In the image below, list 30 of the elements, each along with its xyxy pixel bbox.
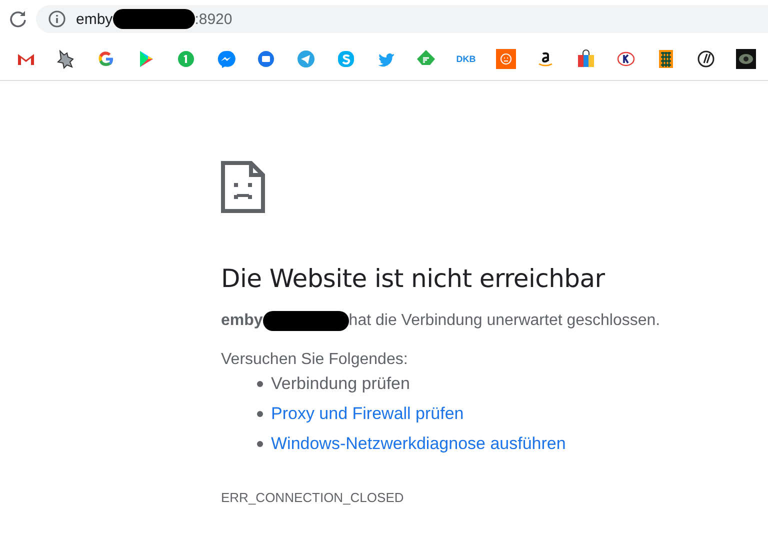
url-port: :8920 — [194, 10, 232, 28]
paper-plane-icon[interactable] — [296, 49, 316, 69]
chat-bubble-icon[interactable] — [216, 49, 236, 69]
error-message: hat die Verbindung unerwartet geschlossen. — [348, 312, 660, 330]
suggestions-label: Versuchen Sie Folgendes: — [221, 351, 409, 369]
number-one-icon[interactable] — [176, 49, 196, 69]
message-icon[interactable] — [256, 49, 276, 69]
bullet-dot — [257, 411, 263, 417]
error-code: ERR_CONNECTION_CLOSED — [221, 490, 405, 505]
bookmark-label[interactable]: DKB — [456, 54, 476, 64]
bullet-dot — [257, 381, 263, 387]
eye-icon[interactable] — [736, 49, 756, 69]
suggestion-text: Verbindung prüfen — [271, 374, 410, 394]
sad-page-icon — [221, 161, 265, 213]
google-icon[interactable] — [96, 49, 116, 69]
error-heading: Die Website ist nicht erreichbar — [221, 264, 606, 293]
s-logo-icon[interactable] — [336, 49, 356, 69]
suggestion-link[interactable]: Windows-Netzwerkdiagnose ausführen — [271, 434, 566, 454]
reload-icon[interactable] — [8, 9, 28, 29]
host-name: emby — [221, 312, 263, 330]
address-bar[interactable]: emby :8920 — [36, 5, 768, 33]
bullet-dot — [257, 441, 263, 447]
k-logo-icon[interactable] — [616, 49, 636, 69]
url-text: emby — [76, 10, 113, 28]
suggestion-link[interactable]: Proxy und Firewall prüfen — [271, 404, 464, 424]
shopping-bag-icon[interactable] — [576, 49, 596, 69]
info-icon[interactable] — [48, 10, 66, 28]
grid-icon[interactable] — [656, 49, 676, 69]
lion-icon[interactable] — [496, 49, 516, 69]
slash-circle-icon[interactable] — [696, 49, 716, 69]
